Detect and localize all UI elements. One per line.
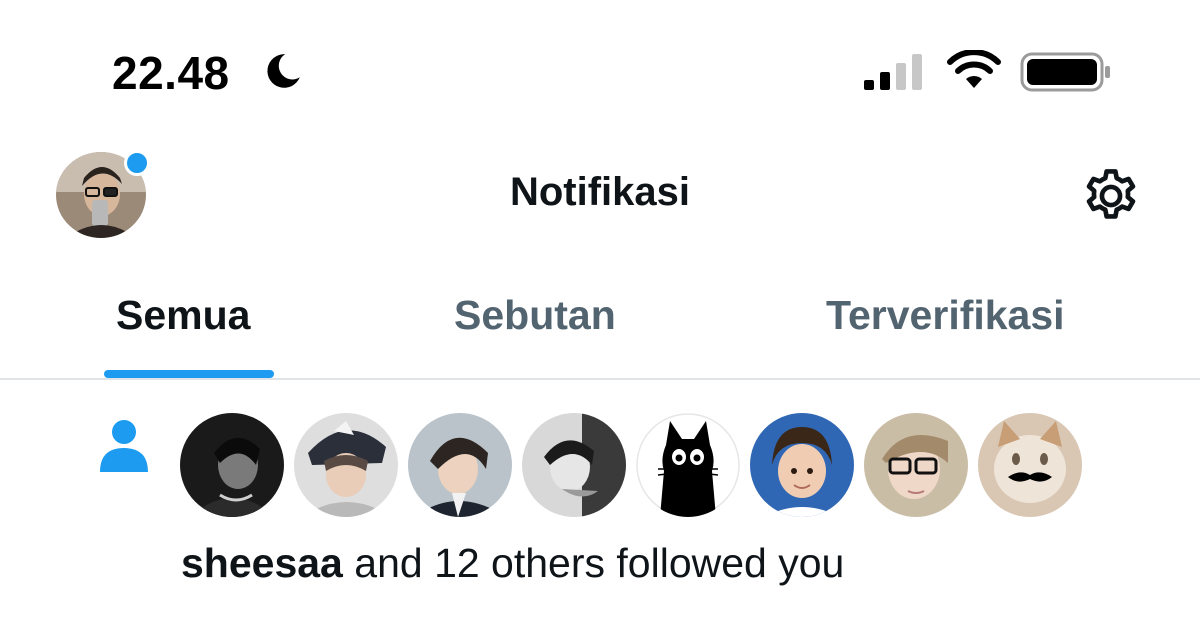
tab-terverifikasi[interactable]: Terverifikasi bbox=[826, 292, 1065, 339]
status-time: 22.48 bbox=[112, 47, 230, 99]
wifi-icon bbox=[947, 50, 1001, 88]
notification-message[interactable]: sheesaa and 12 others followed you bbox=[181, 540, 844, 587]
battery-icon bbox=[1020, 52, 1110, 92]
follower-avatars bbox=[180, 413, 1084, 517]
follower-avatar[interactable] bbox=[408, 413, 512, 517]
follower-avatar[interactable] bbox=[978, 413, 1082, 517]
active-tab-indicator bbox=[104, 370, 274, 378]
page-title: Notifikasi bbox=[509, 170, 691, 214]
follower-avatar[interactable] bbox=[522, 413, 626, 517]
cellular-signal-icon bbox=[864, 54, 922, 90]
follower-avatar[interactable] bbox=[864, 413, 968, 517]
follower-avatar[interactable] bbox=[636, 413, 740, 517]
tab-semua[interactable]: Semua bbox=[116, 292, 250, 339]
gear-icon[interactable] bbox=[1080, 165, 1142, 227]
follower-avatar[interactable] bbox=[180, 413, 284, 517]
tab-sebutan[interactable]: Sebutan bbox=[454, 292, 616, 339]
notification-username[interactable]: sheesaa bbox=[181, 540, 343, 586]
person-icon bbox=[100, 420, 148, 472]
tabs-divider bbox=[0, 378, 1200, 380]
follower-avatar[interactable] bbox=[750, 413, 854, 517]
notification-body: and 12 others followed you bbox=[354, 540, 845, 586]
follower-avatar[interactable] bbox=[294, 413, 398, 517]
moon-icon bbox=[267, 54, 300, 88]
